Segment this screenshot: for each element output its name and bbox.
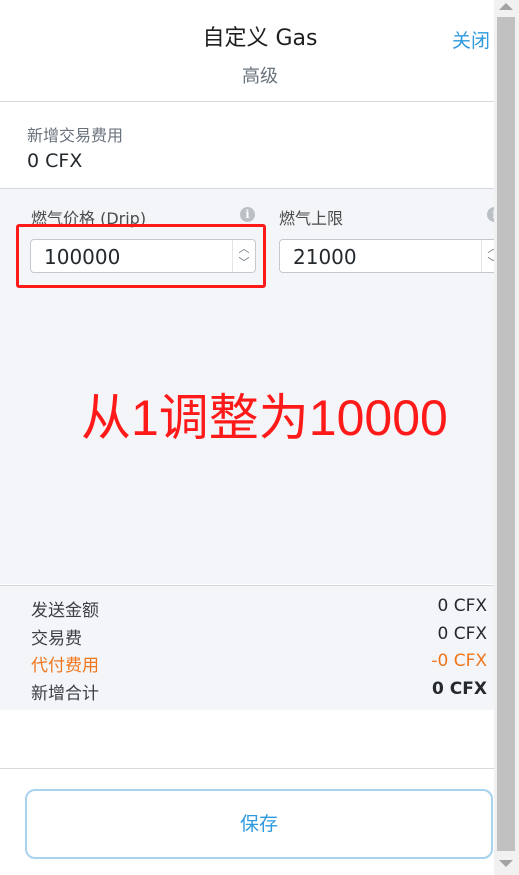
total-label: 新增合计 xyxy=(31,684,99,704)
chevron-down-icon[interactable]: ﹀ xyxy=(487,257,495,269)
gas-price-info-icon[interactable]: i xyxy=(240,207,255,222)
tx-fee-label: 交易费 xyxy=(31,629,82,649)
total-value: 0 CFX xyxy=(432,679,487,699)
send-amount-value: 0 CFX xyxy=(437,596,487,616)
send-amount-label: 发送金额 xyxy=(31,601,99,621)
gas-limit-stepper[interactable]: ︿ ﹀ xyxy=(481,240,494,272)
gas-limit-value: 21000 xyxy=(293,245,357,269)
advanced-tab[interactable]: 高级 xyxy=(0,62,494,88)
modal-header: 自定义 Gas 高级 关闭 xyxy=(0,0,494,102)
scroll-down-arrow-icon[interactable] xyxy=(499,860,513,867)
gas-limit-input[interactable]: 21000 ︿ ﹀ xyxy=(279,239,494,273)
new-fee-section: 新增交易费用 0 CFX xyxy=(0,102,494,189)
annotation-text: 从1调整为10000 xyxy=(81,390,448,446)
gas-limit-label: 燃气上限 xyxy=(279,209,344,228)
highlight-box xyxy=(16,224,266,288)
scrollbar[interactable] xyxy=(494,0,519,875)
new-fee-value: 0 CFX xyxy=(27,150,83,172)
total-row: 新增合计 0 CFX xyxy=(31,679,487,705)
fee-summary: 发送金额 0 CFX 交易费 0 CFX 代付费用 -0 CFX 新增合计 0 … xyxy=(0,585,494,710)
footer-divider xyxy=(0,768,494,769)
save-button[interactable]: 保存 xyxy=(25,789,493,859)
scroll-up-arrow-icon[interactable] xyxy=(499,3,513,10)
sponsored-fee-label: 代付费用 xyxy=(31,656,99,676)
sponsored-fee-value: -0 CFX xyxy=(431,651,487,671)
modal-title: 自定义 Gas xyxy=(202,26,318,51)
sponsored-fee-row: 代付费用 -0 CFX xyxy=(31,651,487,677)
new-fee-label: 新增交易费用 xyxy=(27,126,124,145)
send-amount-row: 发送金额 0 CFX xyxy=(31,596,487,622)
scrollbar-thumb[interactable] xyxy=(497,17,515,851)
tx-fee-row: 交易费 0 CFX xyxy=(31,624,487,650)
custom-gas-panel: 自定义 Gas 高级 关闭 新增交易费用 0 CFX 燃气价格 (Drip) i… xyxy=(0,0,494,875)
close-button[interactable]: 关闭 xyxy=(452,26,490,53)
chevron-up-icon[interactable]: ︿ xyxy=(487,243,495,255)
tx-fee-value: 0 CFX xyxy=(437,624,487,644)
